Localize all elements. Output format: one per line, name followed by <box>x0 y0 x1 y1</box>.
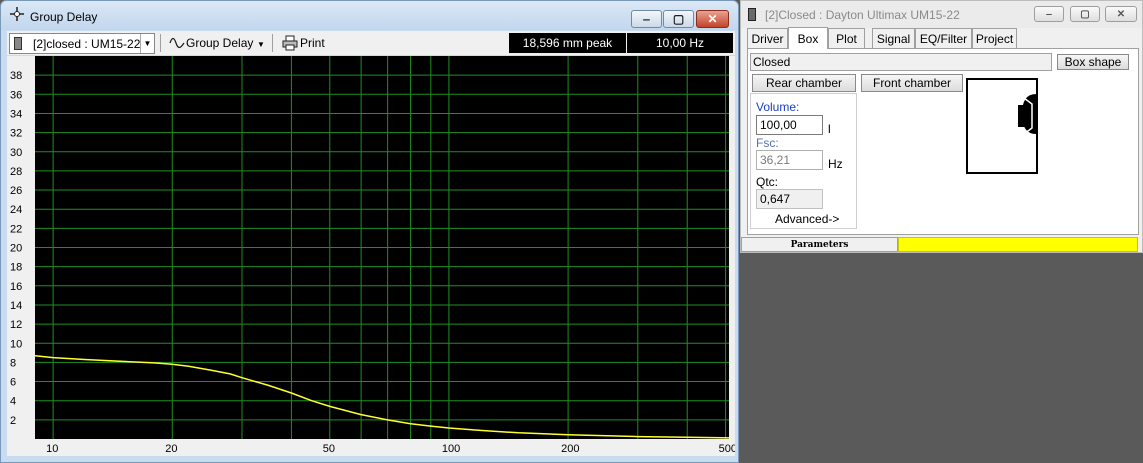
qtc-value: 0,647 <box>756 189 823 209</box>
document-icon <box>14 37 22 50</box>
box-diagram <box>966 78 1038 174</box>
tab-driver[interactable]: Driver <box>747 28 788 48</box>
box-type-field[interactable]: Closed <box>750 53 1052 71</box>
chevron-down-icon[interactable]: ▼ <box>257 40 265 49</box>
fsc-label: Fsc: <box>756 136 779 150</box>
volume-unit: l <box>828 122 831 136</box>
close-icon: ✕ <box>1116 8 1126 20</box>
rear-chamber-button[interactable]: Rear chamber <box>752 74 856 92</box>
x-tick-label: 200 <box>561 443 579 455</box>
project-select-value: [2]closed : UM15-22 <box>33 37 141 51</box>
plot-area[interactable]: 2 4 6 8 10 12 14 16 18 20 22 24 26 28 30 32 34 36 38 10 20 50… <box>7 56 735 456</box>
window-title: [2]Closed : Dayton Ultimax UM15-22 <box>765 8 960 22</box>
y-tick-label: 6 <box>10 377 16 389</box>
y-tick-label: 20 <box>10 243 22 255</box>
qtc-label: Qtc: <box>756 175 779 189</box>
group-delay-title-bar[interactable]: Group Delay ‒ ▢ ✕ <box>1 1 738 30</box>
plot-type-value: Group Delay <box>186 36 254 50</box>
y-tick-label: 24 <box>10 204 22 216</box>
document-icon <box>748 8 756 21</box>
x-tick-label: 50 <box>323 443 335 455</box>
y-tick-label: 14 <box>10 300 22 312</box>
maximize-button[interactable]: ▢ <box>1070 6 1100 22</box>
volume-input[interactable]: 100,00 <box>756 115 823 135</box>
settings-tabs: Driver Box Plot Signal EQ/Filter Project <box>747 27 1139 49</box>
peak-readout: 18,596 mm peak <box>509 33 626 53</box>
tab-box[interactable]: Box <box>788 27 828 49</box>
y-tick-label: 22 <box>10 223 22 235</box>
x-tick-label: 10 <box>46 443 58 455</box>
close-button[interactable]: ✕ <box>1105 6 1137 22</box>
box-shape-button[interactable]: Box shape <box>1057 54 1129 70</box>
minimize-button[interactable]: ‒ <box>631 10 662 28</box>
print-label: Print <box>300 36 325 50</box>
tab-signal[interactable]: Signal <box>872 28 915 48</box>
minimize-button[interactable]: ‒ <box>1034 6 1064 22</box>
maximize-button[interactable]: ▢ <box>663 10 694 28</box>
fsc-unit: Hz <box>828 157 843 171</box>
minimize-icon: ‒ <box>1046 8 1052 20</box>
box-settings-window: [2]Closed : Dayton Ultimax UM15-22 ‒ ▢ ✕… <box>740 0 1143 253</box>
volume-label: Volume: <box>756 100 800 114</box>
y-tick-label: 26 <box>10 185 22 197</box>
status-bar: Parameters <box>741 237 1142 252</box>
x-tick-label: 20 <box>165 443 177 455</box>
fsc-input: 36,21 <box>756 150 823 170</box>
maximize-icon: ▢ <box>672 12 685 26</box>
y-tick-label: 10 <box>10 338 22 350</box>
frequency-readout: 10,00 Hz <box>627 33 733 53</box>
crosshair-icon <box>10 7 24 21</box>
maximize-icon: ▢ <box>1080 8 1090 20</box>
status-progress <box>898 237 1138 252</box>
print-button[interactable]: Print <box>279 33 331 54</box>
y-tick-label: 8 <box>10 357 16 369</box>
y-tick-label: 18 <box>10 262 22 274</box>
y-tick-label: 32 <box>10 128 22 140</box>
chevron-down-icon[interactable]: ▼ <box>140 34 154 53</box>
minimize-icon: ‒ <box>643 12 650 26</box>
y-tick-label: 16 <box>10 281 22 293</box>
box-settings-title-bar[interactable]: [2]Closed : Dayton Ultimax UM15-22 ‒ ▢ ✕ <box>741 1 1142 28</box>
window-title: Group Delay <box>30 10 98 24</box>
status-label: Parameters <box>741 237 898 252</box>
close-icon: ✕ <box>707 12 718 26</box>
front-chamber-button[interactable]: Front chamber <box>861 74 963 92</box>
y-tick-label: 34 <box>10 108 22 120</box>
y-tick-label: 36 <box>10 89 22 101</box>
y-tick-label: 4 <box>10 396 16 408</box>
wave-icon <box>169 37 185 49</box>
x-tick-label: 100 <box>442 443 460 455</box>
tab-eq-filter[interactable]: EQ/Filter <box>915 28 972 48</box>
x-tick-label: 500 <box>719 443 735 455</box>
y-tick-label: 28 <box>10 166 22 178</box>
group-delay-window: Group Delay ‒ ▢ ✕ [2]closed : UM15-22 ▼ … <box>0 0 739 463</box>
advanced-button[interactable]: Advanced-> <box>775 212 839 226</box>
toolbar-divider <box>160 34 161 52</box>
y-tick-label: 30 <box>10 147 22 159</box>
y-tick-label: 2 <box>10 415 16 427</box>
plot-type-select[interactable]: Group Delay ▼ <box>167 33 267 54</box>
close-button[interactable]: ✕ <box>696 10 729 28</box>
group-delay-chart[interactable]: 246810121416182022242628303234363810 20 50… <box>7 56 735 456</box>
plot-toolbar: [2]closed : UM15-22 ▼ Group Delay ▼ Prin… <box>7 31 735 55</box>
y-tick-label: 12 <box>10 319 22 331</box>
y-tick-label: 38 <box>10 70 22 82</box>
project-select[interactable]: [2]closed : UM15-22 ▼ <box>9 33 155 54</box>
toolbar-divider <box>272 34 273 52</box>
tab-plot[interactable]: Plot <box>828 28 865 48</box>
printer-icon <box>282 35 298 51</box>
tab-project[interactable]: Project <box>972 28 1017 48</box>
